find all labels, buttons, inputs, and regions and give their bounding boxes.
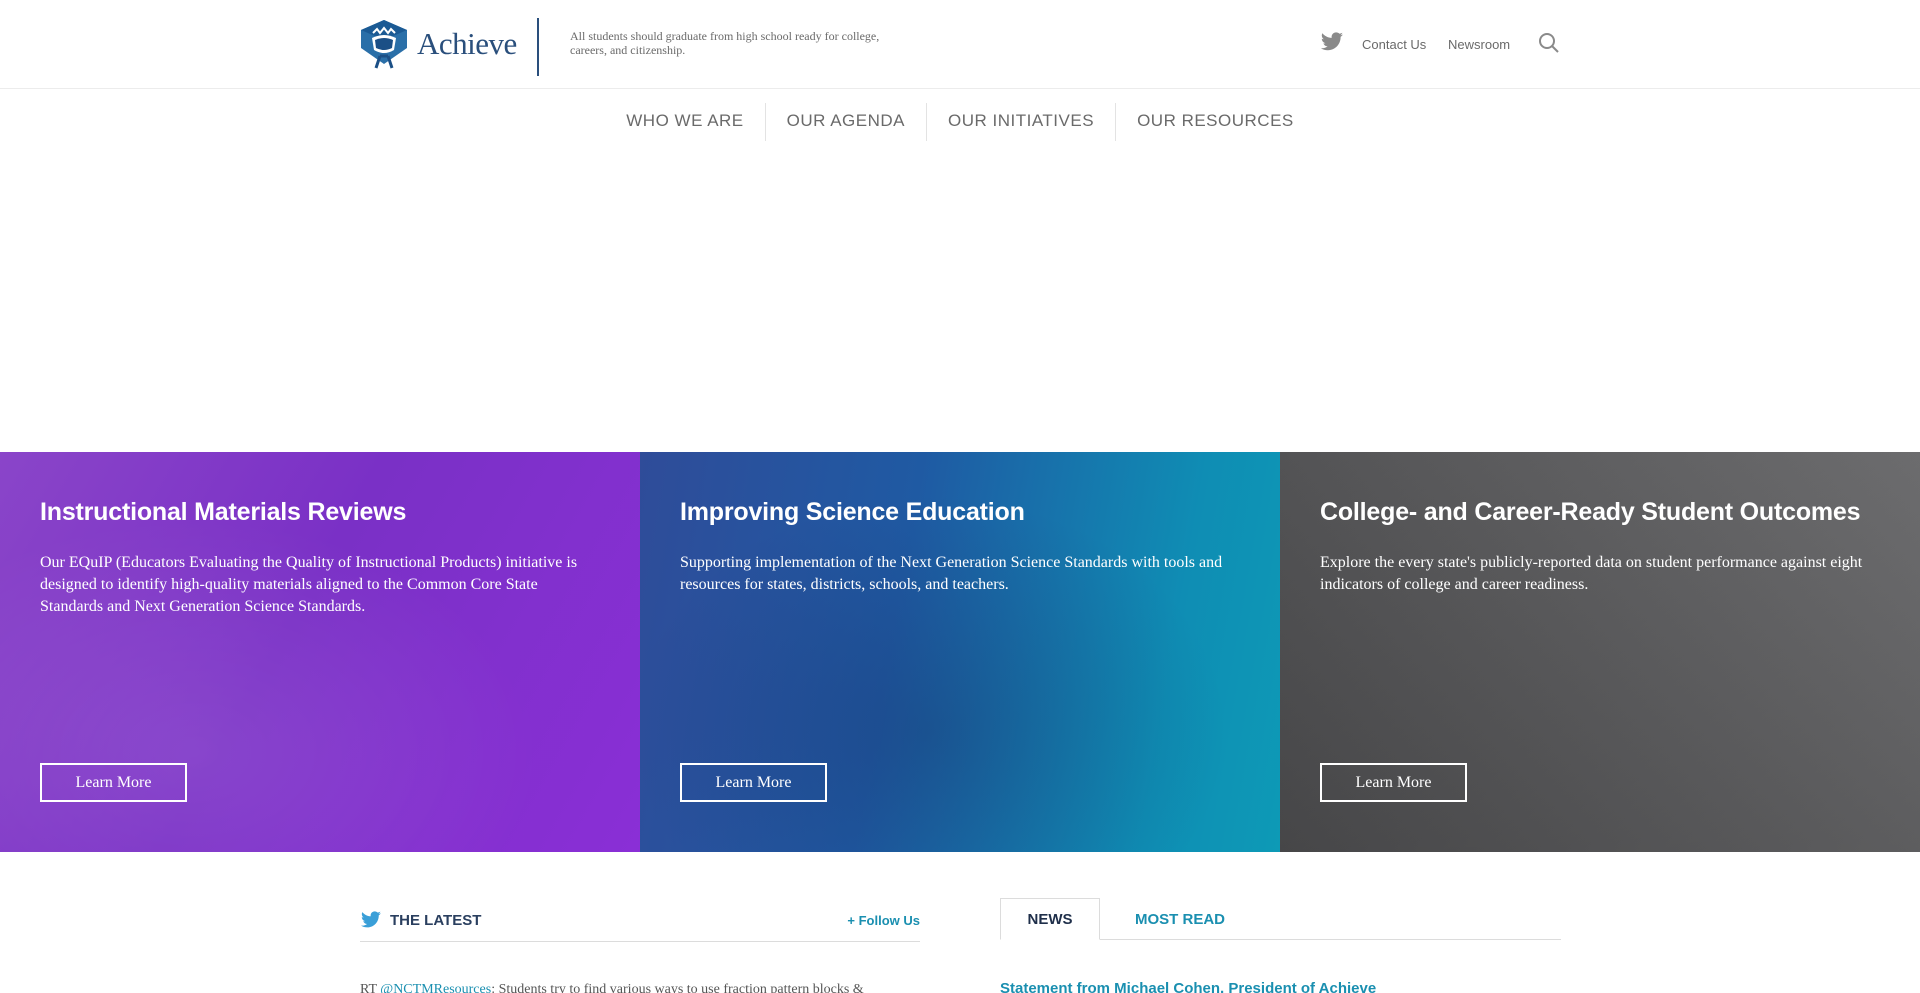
newsroom-link[interactable]: Newsroom bbox=[1448, 37, 1510, 52]
twitter-icon bbox=[361, 911, 381, 928]
site-tagline: All students should graduate from high s… bbox=[570, 29, 880, 57]
main-navigation: WHO WE ARE OUR AGENDA OUR INITIATIVES OU… bbox=[0, 103, 1920, 141]
contact-us-link[interactable]: Contact Us bbox=[1362, 37, 1426, 52]
nav-who-we-are[interactable]: WHO WE ARE bbox=[605, 103, 766, 141]
feature-description: Our EQuIP (Educators Evaluating the Qual… bbox=[40, 554, 578, 615]
logo-divider bbox=[537, 18, 539, 76]
feature-title: College- and Career-Ready Student Outcom… bbox=[1320, 498, 1861, 526]
learn-more-button[interactable]: Learn More bbox=[40, 763, 187, 802]
follow-us-link[interactable]: + Follow Us bbox=[847, 913, 920, 928]
news-item-link[interactable]: Statement from Michael Cohen, President … bbox=[1000, 980, 1376, 993]
achieve-logo[interactable]: Achieve bbox=[359, 18, 517, 70]
twitter-icon[interactable] bbox=[1320, 32, 1344, 52]
feature-panel-science-education: Improving Science Education Supporting i… bbox=[640, 452, 1280, 852]
tweet-text: : Students try to find various ways to u… bbox=[491, 982, 864, 993]
nav-our-resources[interactable]: OUR RESOURCES bbox=[1116, 103, 1315, 141]
tweet-prefix: RT bbox=[360, 982, 381, 993]
feature-description: Explore the every state's publicly-repor… bbox=[1320, 554, 1863, 593]
tab-most-read[interactable]: MOST READ bbox=[1115, 898, 1245, 940]
feature-panel-instructional-materials: Instructional Materials Reviews Our EQuI… bbox=[0, 452, 640, 852]
tab-news[interactable]: NEWS bbox=[1000, 898, 1100, 940]
learn-more-button[interactable]: Learn More bbox=[680, 763, 827, 802]
news-tabs: NEWS MOST READ bbox=[1000, 898, 1561, 940]
the-latest-title: THE LATEST bbox=[390, 912, 482, 929]
tweet-handle-link[interactable]: @NCTMResources bbox=[380, 982, 491, 993]
search-icon[interactable] bbox=[1538, 32, 1560, 54]
site-header: Achieve All students should graduate fro… bbox=[0, 0, 1920, 89]
logo-wordmark: Achieve bbox=[417, 26, 517, 61]
nav-our-initiatives[interactable]: OUR INITIATIVES bbox=[927, 103, 1117, 141]
feature-panel-student-outcomes: College- and Career-Ready Student Outcom… bbox=[1280, 452, 1920, 852]
nav-our-agenda[interactable]: OUR AGENDA bbox=[766, 103, 928, 141]
feature-description: Supporting implementation of the Next Ge… bbox=[680, 554, 1223, 593]
the-latest-header: THE LATEST + Follow Us bbox=[360, 908, 920, 942]
feature-title: Instructional Materials Reviews bbox=[40, 498, 407, 526]
feature-title: Improving Science Education bbox=[680, 498, 1025, 526]
feature-panels: Instructional Materials Reviews Our EQuI… bbox=[0, 452, 1920, 852]
graduation-cap-logo-icon bbox=[361, 20, 407, 69]
latest-tweet: RT @NCTMResources: Students try to find … bbox=[360, 982, 920, 993]
learn-more-button[interactable]: Learn More bbox=[1320, 763, 1467, 802]
